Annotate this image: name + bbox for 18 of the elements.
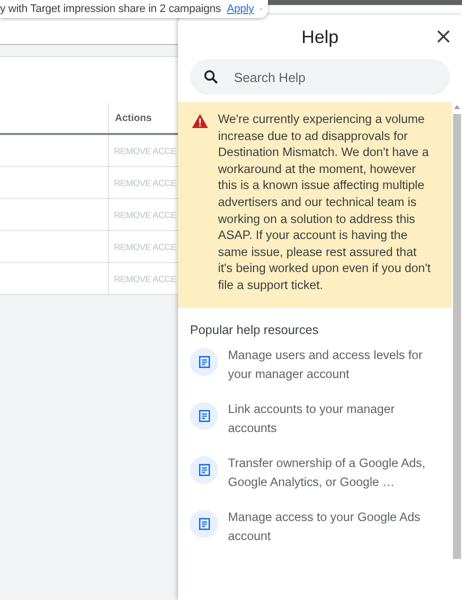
apply-link[interactable]: Apply: [226, 3, 254, 15]
alert-message: We're currently experiencing a volume increase due to ad disapprovals for Destination Mismatch. We don't have a workaround at the moment, however this is a known issue affecting multiple advertisers and our technical team is working on a solution to address this ASAP. If your account is having the same issue, please rest assured that it's being worked upon even if you don't file a support ticket.: [218, 111, 432, 294]
panel-title: Help: [301, 26, 339, 48]
help-article-link[interactable]: Link accounts to your manager accounts: [228, 400, 438, 438]
section-title: Popular help resources: [189, 322, 320, 339]
article-icon: [190, 456, 218, 484]
search-field[interactable]: Search Help: [190, 59, 450, 95]
search-icon: [204, 70, 218, 84]
column-header: Actions: [114, 112, 153, 126]
article-icon: [190, 510, 218, 538]
help-article-link[interactable]: Manage access to your Google Ads account: [228, 508, 438, 546]
article-icon: [190, 402, 218, 430]
help-article-link[interactable]: Transfer ownership of a Google Ads, Google Analytics, or Google …: [228, 454, 438, 492]
banner-text: y with Target impression share in 2 campaigns: [0, 3, 221, 15]
warning-icon: [192, 114, 208, 128]
close-icon[interactable]: [437, 30, 450, 43]
article-icon: [190, 348, 218, 376]
help-article-link[interactable]: Manage users and access levels for your manager account: [228, 346, 438, 384]
